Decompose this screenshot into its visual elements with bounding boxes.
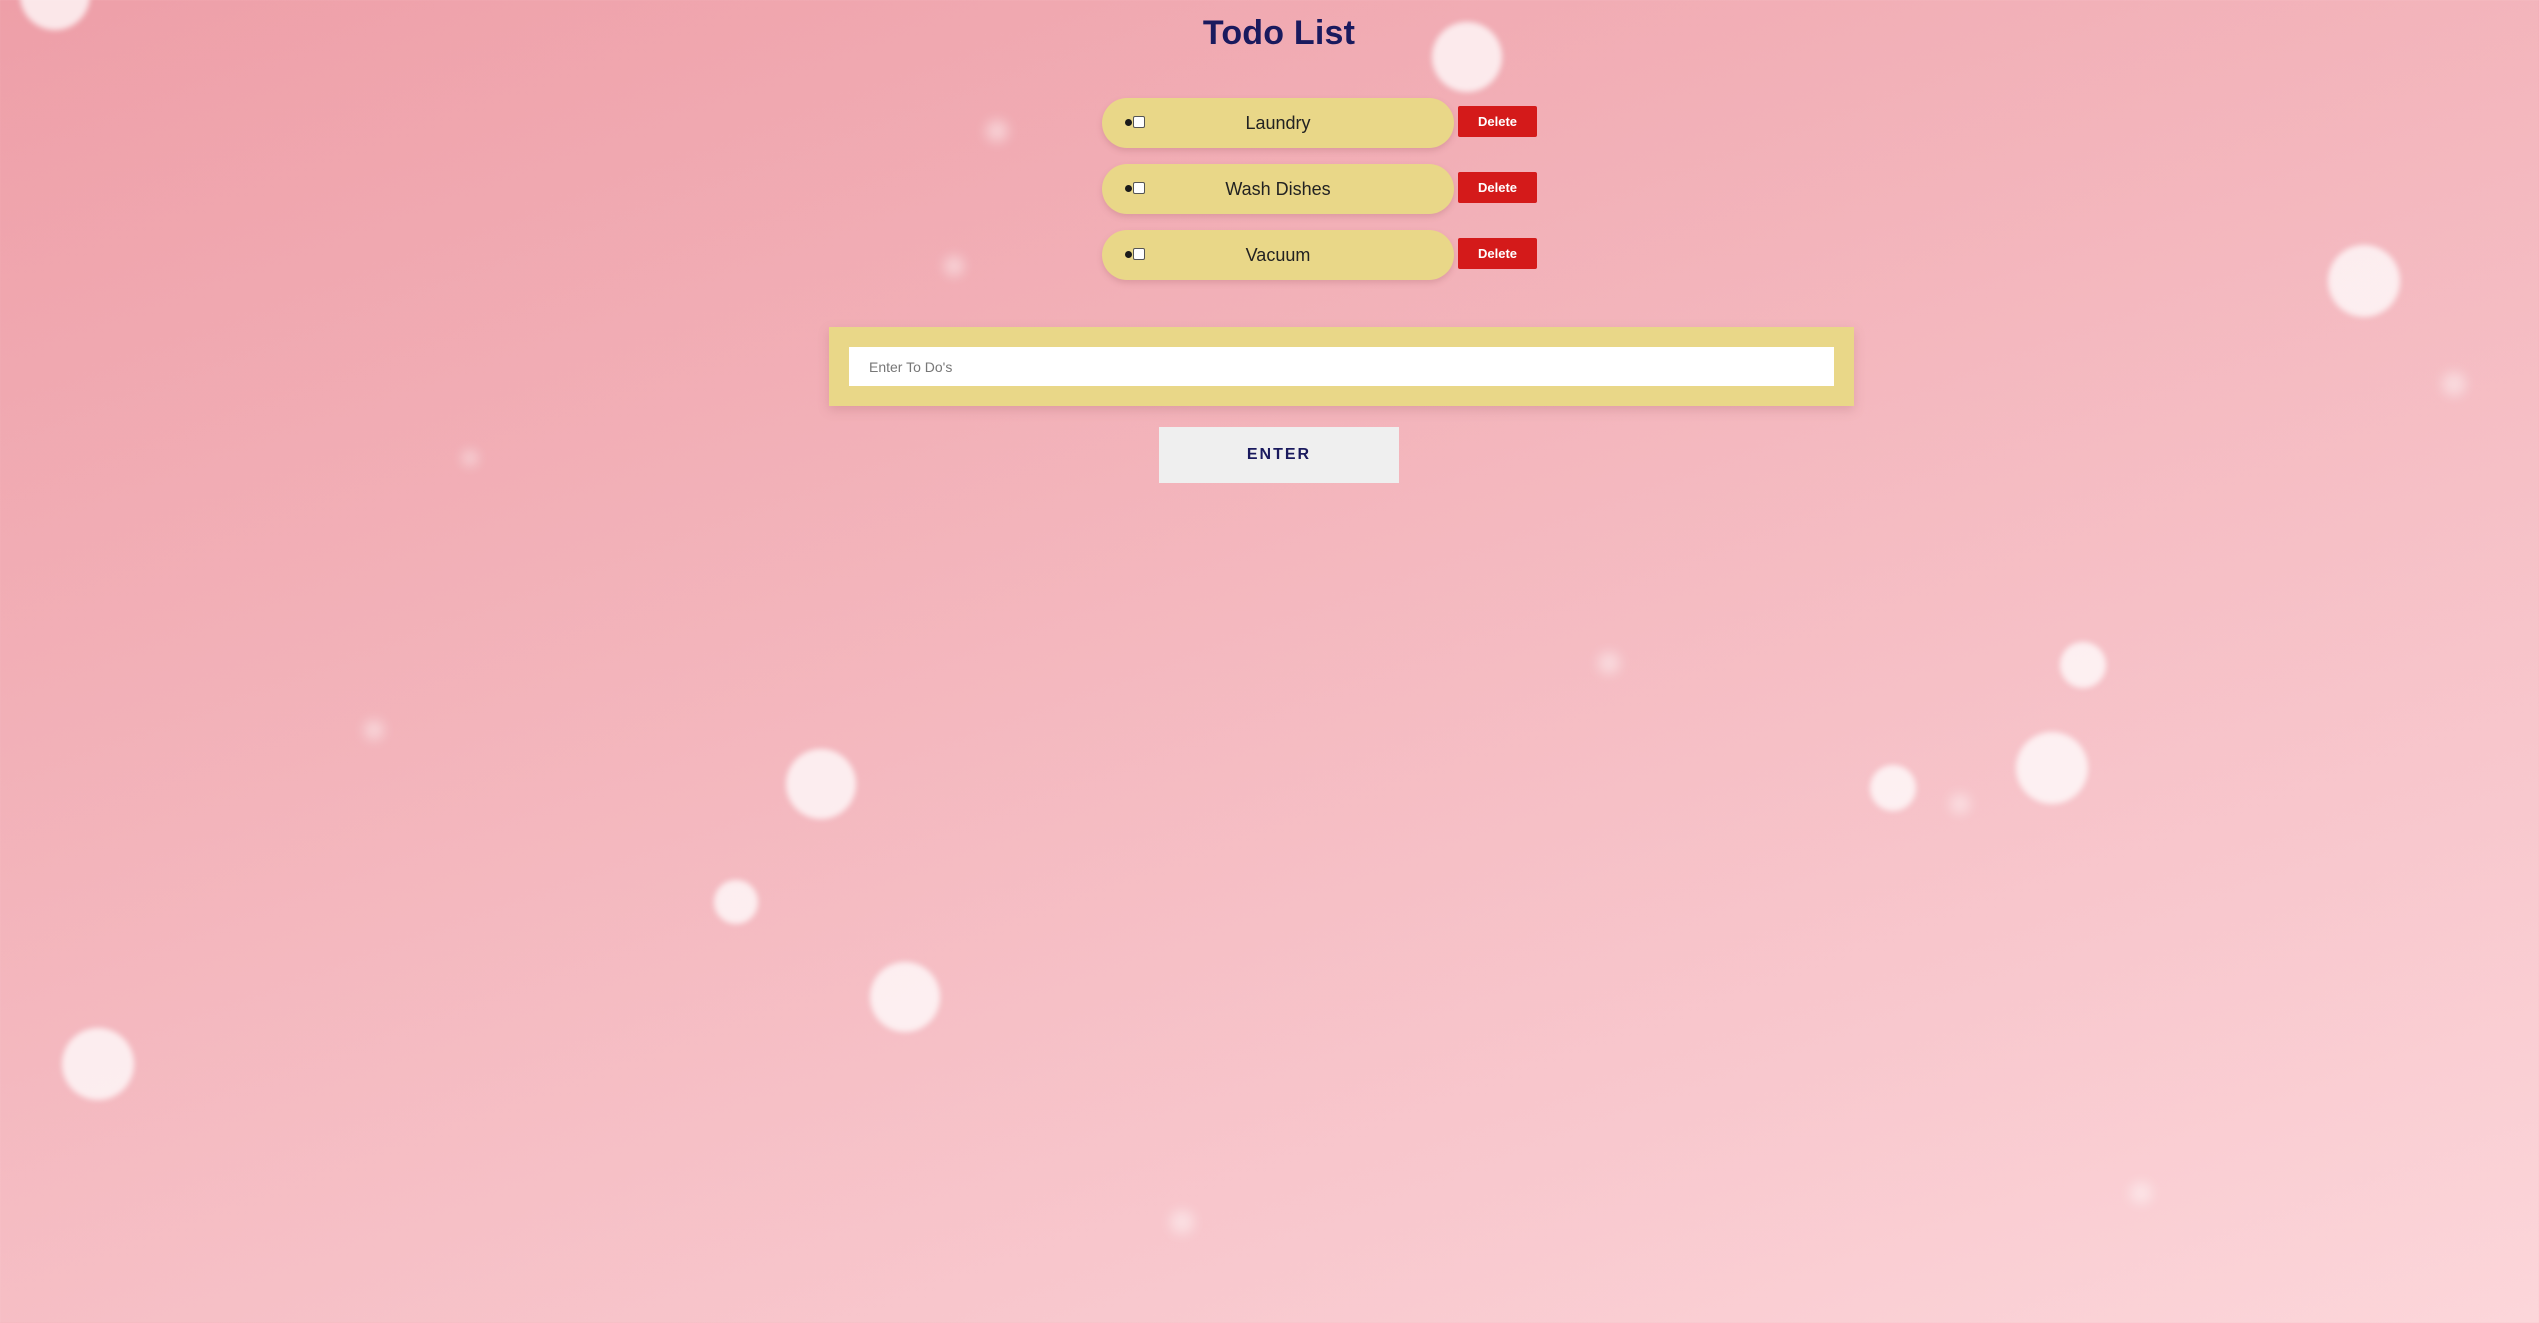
bokeh-decoration bbox=[462, 450, 478, 466]
bokeh-decoration bbox=[786, 749, 856, 819]
bokeh-decoration bbox=[986, 120, 1008, 142]
todo-input-panel bbox=[829, 327, 1854, 406]
todo-list: Laundry Delete Wash Dishes Delete Vacuum… bbox=[1102, 98, 1542, 296]
todo-item-label: Vacuum bbox=[1245, 245, 1311, 265]
todo-item-checkbox[interactable] bbox=[1133, 248, 1145, 260]
todo-item-checkbox[interactable] bbox=[1133, 116, 1145, 128]
todo-input[interactable] bbox=[849, 347, 1834, 386]
todo-item: Laundry Delete bbox=[1102, 98, 1542, 164]
todo-item-pill: Laundry bbox=[1102, 98, 1454, 148]
bokeh-decoration bbox=[714, 880, 758, 924]
bokeh-decoration bbox=[364, 720, 384, 740]
todo-item-pill: Vacuum bbox=[1102, 230, 1454, 280]
bokeh-decoration bbox=[1170, 1210, 1194, 1234]
delete-button[interactable]: Delete bbox=[1458, 238, 1537, 269]
bokeh-decoration bbox=[870, 962, 940, 1032]
todo-item-label: Wash Dishes bbox=[1225, 179, 1331, 199]
bokeh-decoration bbox=[944, 256, 964, 276]
bokeh-decoration bbox=[1950, 794, 1970, 814]
bokeh-decoration bbox=[2328, 245, 2400, 317]
todo-item-label: Laundry bbox=[1245, 113, 1311, 133]
todo-item: Vacuum Delete bbox=[1102, 230, 1542, 296]
bokeh-decoration bbox=[2442, 372, 2466, 396]
delete-button[interactable]: Delete bbox=[1458, 172, 1537, 203]
bokeh-decoration bbox=[62, 1028, 134, 1100]
bokeh-decoration bbox=[2016, 732, 2088, 804]
delete-button[interactable]: Delete bbox=[1458, 106, 1537, 137]
bokeh-decoration bbox=[2060, 642, 2106, 688]
bokeh-decoration bbox=[2130, 1182, 2152, 1204]
todo-item: Wash Dishes Delete bbox=[1102, 164, 1542, 230]
page-title: Todo List bbox=[1202, 14, 1356, 52]
bokeh-decoration bbox=[1870, 765, 1916, 811]
enter-button[interactable]: ENTER bbox=[1159, 427, 1399, 483]
todo-item-checkbox[interactable] bbox=[1133, 182, 1145, 194]
todo-item-pill: Wash Dishes bbox=[1102, 164, 1454, 214]
bokeh-decoration bbox=[1598, 652, 1620, 674]
